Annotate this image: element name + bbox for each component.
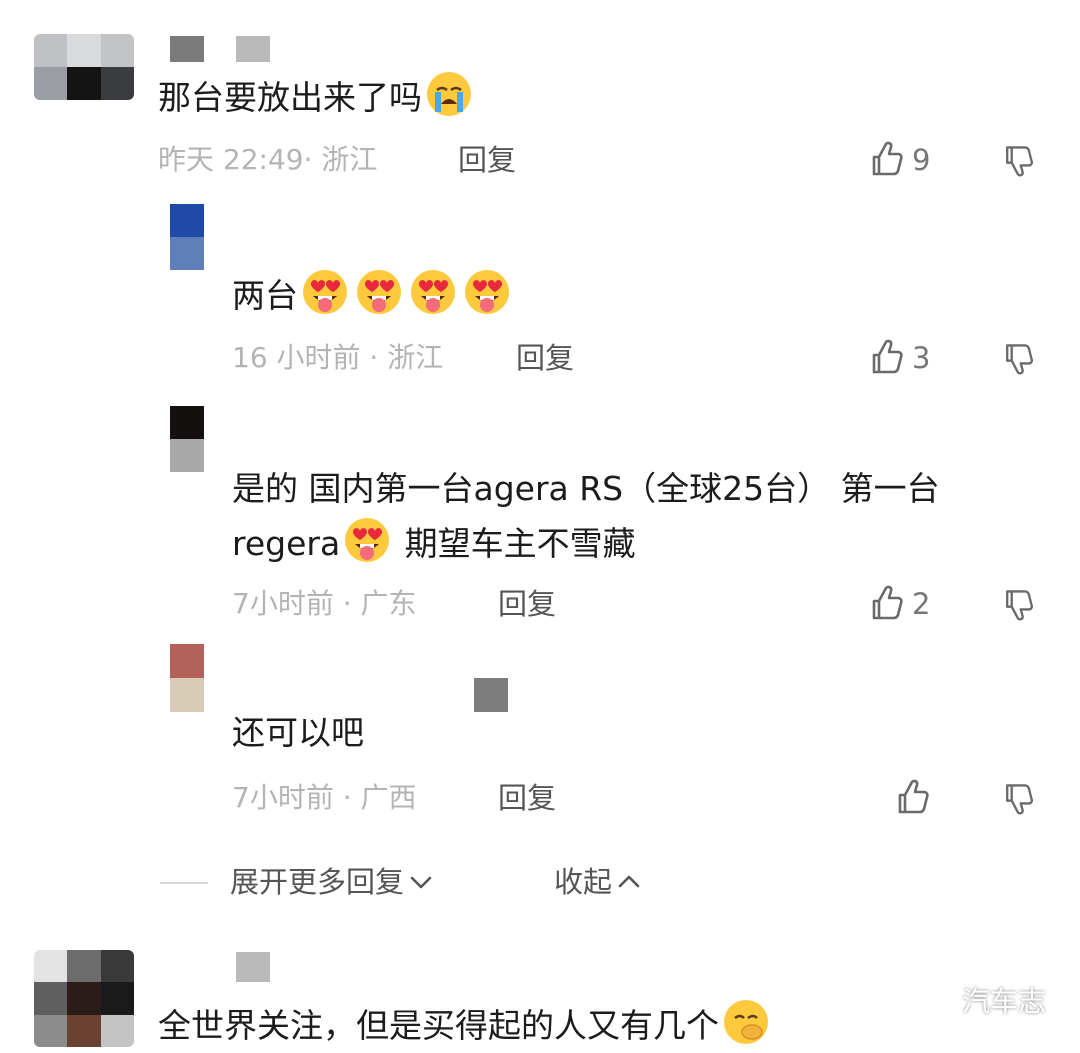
username-censored [474,678,508,712]
avatar[interactable] [34,34,134,100]
like-button[interactable]: 3 [866,338,930,378]
covering-mouth-emoji [724,1000,768,1044]
expand-label: 展开更多回复 [230,865,405,899]
thumbs-up-icon [872,339,903,374]
thumbs-up-icon [872,141,903,176]
collapse-replies-button[interactable]: 收起 [554,862,642,902]
thumbs-up-icon [872,585,903,620]
reply-button[interactable]: 回复 [458,140,516,180]
thumbs-down-icon[interactable] [1000,338,1036,378]
like-count: 3 [912,341,931,375]
thumbs-up-icon [898,779,929,814]
heart-eyes-tongue-emoji [411,270,455,314]
thumbs-down-icon[interactable] [1000,778,1036,818]
heart-eyes-tongue-emoji [357,270,401,314]
like-button[interactable]: 9 [866,140,930,180]
heart-eyes-tongue-emoji [465,270,509,314]
reply-button[interactable]: 回复 [498,778,556,818]
like-button[interactable] [892,778,938,818]
expand-replies-button[interactable]: 展开更多回复 [230,862,434,902]
comment-text: 那台要放出来了吗 [158,70,476,125]
chevron-down-icon [410,876,432,889]
thumbs-down-icon[interactable] [1000,584,1036,624]
watermark-label: 汽车志 [961,985,1046,1018]
reply-meta: 7小时前 · 广东 [232,587,417,620]
chevron-up-icon [618,875,640,888]
reply-text: 两台 [232,268,514,323]
watermark: 汽车志 [914,980,1046,1020]
comment-meta: 昨天 22:49· 浙江 [158,143,378,176]
like-button[interactable]: 2 [866,584,930,624]
avatar[interactable] [170,406,204,472]
heart-eyes-tongue-emoji [345,518,390,562]
crying-emoji [427,72,471,116]
wechat-icon [914,984,954,1014]
reply-text: 还可以吧 [232,713,364,752]
reply-meta: 16 小时前 · 浙江 [232,341,444,374]
comment-text: 全世界关注，但是买得起的人又有几个 [158,998,773,1053]
username-censored [236,952,270,982]
reply-meta: 7小时前 · 广西 [232,781,417,814]
username-censored [170,36,204,62]
reply-text: 是的 国内第一台agera RS（全球25台） 第一台regera 期望车主不雪… [232,469,940,563]
avatar[interactable] [170,644,204,712]
heart-eyes-tongue-emoji [303,270,347,314]
reply-button[interactable]: 回复 [516,338,574,378]
avatar[interactable] [170,204,204,270]
like-count: 2 [912,587,931,621]
thumbs-down-icon[interactable] [1000,140,1036,180]
reply-button[interactable]: 回复 [498,584,556,624]
username-censored [236,36,270,62]
divider [160,882,208,884]
avatar[interactable] [34,950,134,1047]
like-count: 9 [912,143,931,177]
collapse-label: 收起 [554,865,613,899]
